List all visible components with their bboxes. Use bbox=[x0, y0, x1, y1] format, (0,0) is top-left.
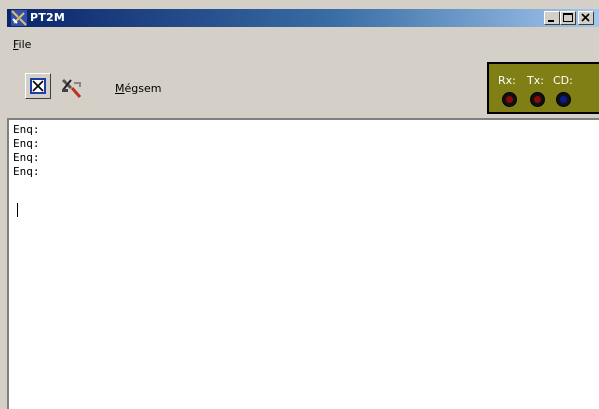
terminal-output[interactable]: Enq: Enq: Enq: Enq: bbox=[7, 118, 599, 409]
terminal-connect-icon bbox=[30, 78, 46, 94]
cd-label: CD: bbox=[553, 74, 573, 87]
text-caret bbox=[17, 203, 18, 217]
terminal-lines: Enq: Enq: Enq: Enq: bbox=[13, 123, 40, 179]
cd-led-icon bbox=[556, 92, 571, 107]
window-title: PT2M bbox=[30, 11, 65, 24]
toolbar: Mégsem Rx: Tx: CD: bbox=[7, 58, 599, 116]
cancel-label: égsem bbox=[124, 82, 162, 95]
menu-file-label: ile bbox=[18, 38, 32, 51]
minimize-button[interactable] bbox=[544, 11, 560, 25]
close-icon bbox=[581, 13, 590, 22]
rx-led-icon bbox=[502, 92, 517, 107]
modem-status-panel: Rx: Tx: CD: bbox=[487, 62, 599, 114]
terminal-line: Enq: bbox=[13, 137, 40, 150]
app-window: PT2M File Mégsem Rx: Tx: CD: Enq: Enq: E… bbox=[0, 0, 599, 409]
minimize-icon bbox=[548, 20, 554, 22]
tx-label: Tx: bbox=[527, 74, 544, 87]
settings-button[interactable] bbox=[60, 78, 84, 100]
tools-settings-icon bbox=[61, 78, 82, 98]
rx-label: Rx: bbox=[498, 74, 516, 87]
connect-button[interactable] bbox=[25, 73, 51, 99]
menu-bar: File bbox=[7, 36, 599, 54]
title-bar[interactable]: PT2M bbox=[7, 9, 599, 27]
menu-file[interactable]: File bbox=[13, 38, 31, 51]
cancel-button[interactable]: Mégsem bbox=[115, 82, 161, 95]
terminal-line: Enq: bbox=[13, 123, 40, 136]
tx-led-icon bbox=[530, 92, 545, 107]
close-button[interactable] bbox=[578, 11, 594, 25]
app-icon[interactable] bbox=[11, 10, 27, 26]
maximize-icon bbox=[563, 13, 573, 22]
terminal-line: Enq: bbox=[13, 151, 40, 164]
maximize-button[interactable] bbox=[560, 11, 576, 25]
cancel-accelerator: M bbox=[115, 82, 125, 95]
terminal-line: Enq: bbox=[13, 165, 40, 178]
